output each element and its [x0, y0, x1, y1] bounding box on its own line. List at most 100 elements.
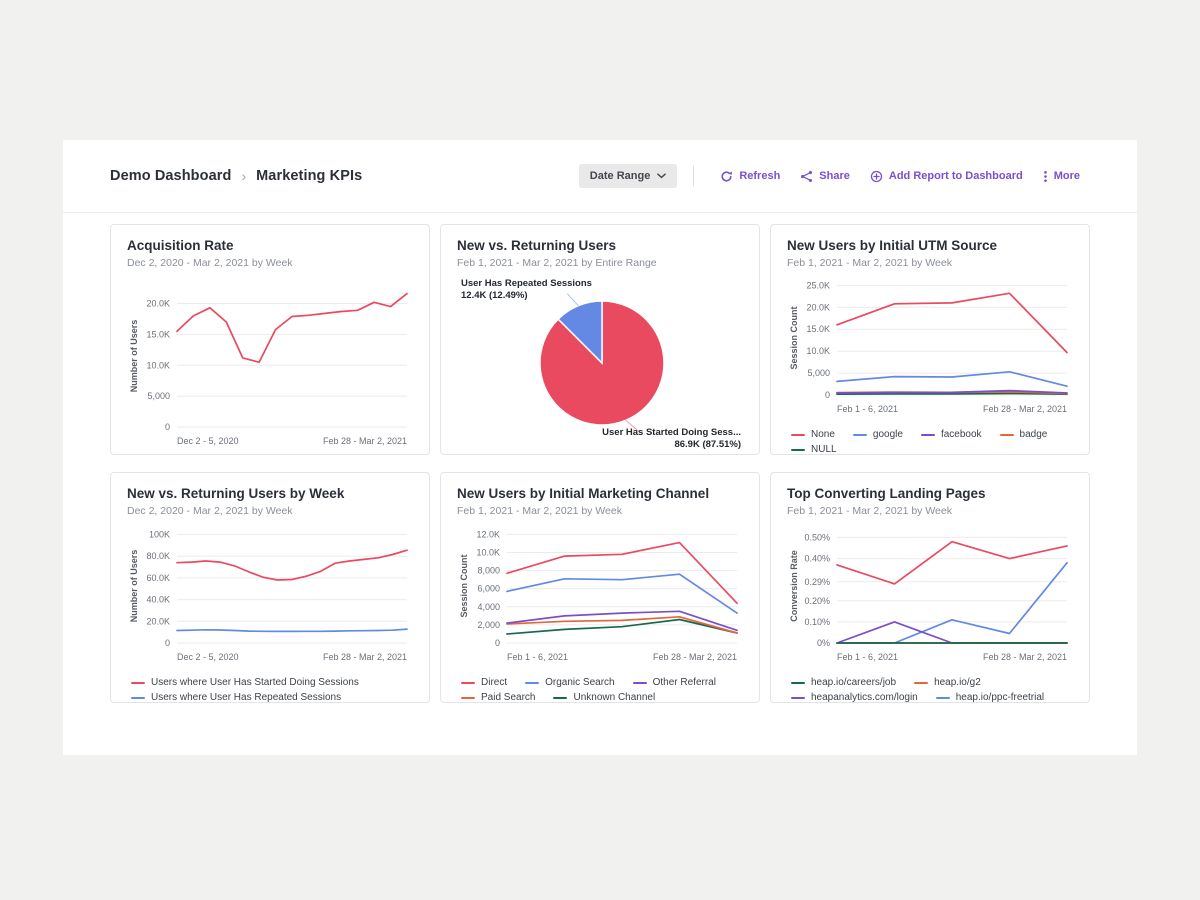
- legend-label: heapanalytics.com/login: [811, 692, 918, 703]
- legend-label: heap.io/careers/job: [811, 677, 896, 689]
- svg-text:Dec 2 - 5, 2020: Dec 2 - 5, 2020: [177, 436, 239, 446]
- svg-text:Number of Users: Number of Users: [129, 550, 139, 623]
- legend-swatch: [791, 449, 805, 451]
- report-date-range: Feb 1, 2021 - Mar 2, 2021 by Week: [787, 257, 1073, 269]
- svg-text:5,000: 5,000: [807, 368, 830, 378]
- svg-text:0: 0: [495, 638, 500, 648]
- svg-text:10.0K: 10.0K: [146, 360, 170, 370]
- svg-text:Feb 28 - Mar 2, 2021: Feb 28 - Mar 2, 2021: [983, 652, 1067, 662]
- legend-item: facebook: [921, 429, 982, 441]
- svg-text:0.29%: 0.29%: [804, 577, 830, 587]
- svg-text:0.20%: 0.20%: [804, 596, 830, 606]
- report-card-acquisition-rate[interactable]: Acquisition Rate Dec 2, 2020 - Mar 2, 20…: [110, 224, 430, 455]
- legend-swatch: [791, 682, 805, 684]
- svg-text:12.0K: 12.0K: [476, 529, 500, 539]
- legend-label: Users where User Has Started Doing Sessi…: [151, 677, 359, 689]
- report-title: Acquisition Rate: [127, 238, 413, 253]
- refresh-button[interactable]: Refresh: [720, 170, 780, 183]
- report-card-new-vs-returning-users[interactable]: New vs. Returning Users Feb 1, 2021 - Ma…: [440, 224, 760, 455]
- svg-text:40.0K: 40.0K: [146, 595, 170, 605]
- svg-text:Feb 28 - Mar 2, 2021: Feb 28 - Mar 2, 2021: [323, 436, 407, 446]
- share-label: Share: [819, 170, 850, 182]
- report-title: New vs. Returning Users: [457, 238, 743, 253]
- legend-swatch: [1000, 434, 1014, 436]
- svg-text:80.0K: 80.0K: [146, 551, 170, 561]
- date-range-button[interactable]: Date Range: [579, 164, 678, 188]
- report-title: New vs. Returning Users by Week: [127, 486, 413, 501]
- breadcrumb-separator-icon: ›: [241, 168, 246, 184]
- svg-text:10.0K: 10.0K: [476, 548, 500, 558]
- line-chart: 05,00010.0K15.0K20.0K25.0KSession CountF…: [787, 273, 1073, 424]
- svg-text:Feb 1 - 6, 2021: Feb 1 - 6, 2021: [837, 652, 898, 662]
- svg-text:86.9K (87.51%): 86.9K (87.51%): [674, 439, 741, 450]
- line-chart: 0 5,000 10.0K 15.0K 20.0K Number of Users Dec …: [127, 273, 413, 455]
- reports-grid: Acquisition Rate Dec 2, 2020 - Mar 2, 20…: [63, 213, 1137, 703]
- legend-label: Organic Search: [545, 677, 614, 689]
- line-chart: 02,0004,0006,0008,00010.0K12.0KSession C…: [457, 521, 743, 672]
- legend-swatch: [461, 682, 475, 684]
- add-report-button[interactable]: Add Report to Dashboard: [870, 170, 1023, 183]
- report-date-range: Dec 2, 2020 - Mar 2, 2021 by Week: [127, 257, 413, 269]
- chart-legend: NonegooglefacebookbadgeNULL: [787, 429, 1073, 455]
- legend-item: heap.io/g2: [914, 677, 981, 689]
- report-card-new-users-by-utm-source[interactable]: New Users by Initial UTM Source Feb 1, 2…: [770, 224, 1090, 455]
- legend-swatch: [936, 697, 950, 699]
- svg-text:20.0K: 20.0K: [146, 299, 170, 309]
- svg-text:Conversion Rate: Conversion Rate: [789, 550, 799, 622]
- svg-text:Number of Users: Number of Users: [129, 320, 139, 393]
- refresh-icon: [720, 170, 733, 183]
- report-date-range: Feb 1, 2021 - Mar 2, 2021 by Week: [457, 505, 743, 517]
- svg-text:Session Count: Session Count: [459, 554, 469, 617]
- line-chart: 020.0K40.0K60.0K80.0K100KNumber of Users…: [127, 521, 413, 672]
- share-icon: [800, 170, 813, 183]
- svg-text:12.4K (12.49%): 12.4K (12.49%): [461, 290, 528, 301]
- legend-swatch: [791, 434, 805, 436]
- svg-text:10.0K: 10.0K: [806, 346, 830, 356]
- legend-item: heap.io/careers/job: [791, 677, 896, 689]
- legend-item: Users where User Has Repeated Sessions: [131, 692, 341, 703]
- legend-item: Other Referral: [633, 677, 716, 689]
- legend-swatch: [633, 682, 647, 684]
- legend-label: Paid Search: [481, 692, 535, 703]
- report-card-new-users-by-marketing-channel[interactable]: New Users by Initial Marketing Channel F…: [440, 472, 760, 703]
- legend-item: heap.io/ppc-freetrial: [936, 692, 1044, 703]
- dashboard-header: Demo Dashboard › Marketing KPIs Date Ran…: [63, 140, 1137, 213]
- svg-text:Feb 1 - 6, 2021: Feb 1 - 6, 2021: [837, 404, 898, 414]
- svg-text:Feb 28 - Mar 2, 2021: Feb 28 - Mar 2, 2021: [323, 652, 407, 662]
- legend-swatch: [525, 682, 539, 684]
- svg-text:0.50%: 0.50%: [804, 532, 830, 542]
- svg-text:60.0K: 60.0K: [146, 573, 170, 583]
- legend-item: heapanalytics.com/login: [791, 692, 918, 703]
- svg-text:0: 0: [165, 422, 170, 432]
- report-card-top-converting-landing-pages[interactable]: Top Converting Landing Pages Feb 1, 2021…: [770, 472, 1090, 703]
- chart-legend: heap.io/careers/job heap.io/g2 heapanalyti…: [787, 677, 1073, 703]
- legend-label: badge: [1020, 429, 1048, 441]
- svg-text:8,000: 8,000: [477, 566, 500, 576]
- more-button[interactable]: More: [1043, 170, 1080, 183]
- legend-item: Unknown Channel: [553, 692, 655, 703]
- share-button[interactable]: Share: [800, 170, 850, 183]
- legend-swatch: [553, 697, 567, 699]
- date-range-label: Date Range: [590, 170, 651, 182]
- svg-text:Feb 28 - Mar 2, 2021: Feb 28 - Mar 2, 2021: [983, 404, 1067, 414]
- refresh-label: Refresh: [739, 170, 780, 182]
- svg-text:0: 0: [825, 390, 830, 400]
- report-title: New Users by Initial Marketing Channel: [457, 486, 743, 501]
- svg-text:6,000: 6,000: [477, 584, 500, 594]
- svg-text:Dec 2 - 5, 2020: Dec 2 - 5, 2020: [177, 652, 239, 662]
- legend-label: facebook: [941, 429, 982, 441]
- report-card-new-vs-returning-users-by-week[interactable]: New vs. Returning Users by Week Dec 2, 2…: [110, 472, 430, 703]
- svg-text:15.0K: 15.0K: [146, 329, 170, 339]
- chevron-down-icon: [657, 173, 666, 179]
- app-background: Demo Dashboard › Marketing KPIs Date Ran…: [0, 0, 1200, 900]
- svg-text:User Has Started Doing Sess...: User Has Started Doing Sess...: [602, 427, 741, 438]
- svg-text:User Has Repeated Sessions: User Has Repeated Sessions: [461, 278, 592, 289]
- svg-text:0.10%: 0.10%: [804, 617, 830, 627]
- legend-swatch: [791, 697, 805, 699]
- legend-label: heap.io/ppc-freetrial: [956, 692, 1044, 703]
- breadcrumb-dashboard-link[interactable]: Demo Dashboard: [110, 168, 231, 184]
- line-chart: 0%0.10%0.20%0.29%0.40%0.50%Conversion Ra…: [787, 521, 1073, 672]
- header-toolbar: Date Range Refresh Share: [579, 164, 1090, 188]
- legend-swatch: [461, 697, 475, 699]
- svg-text:5,000: 5,000: [147, 391, 170, 401]
